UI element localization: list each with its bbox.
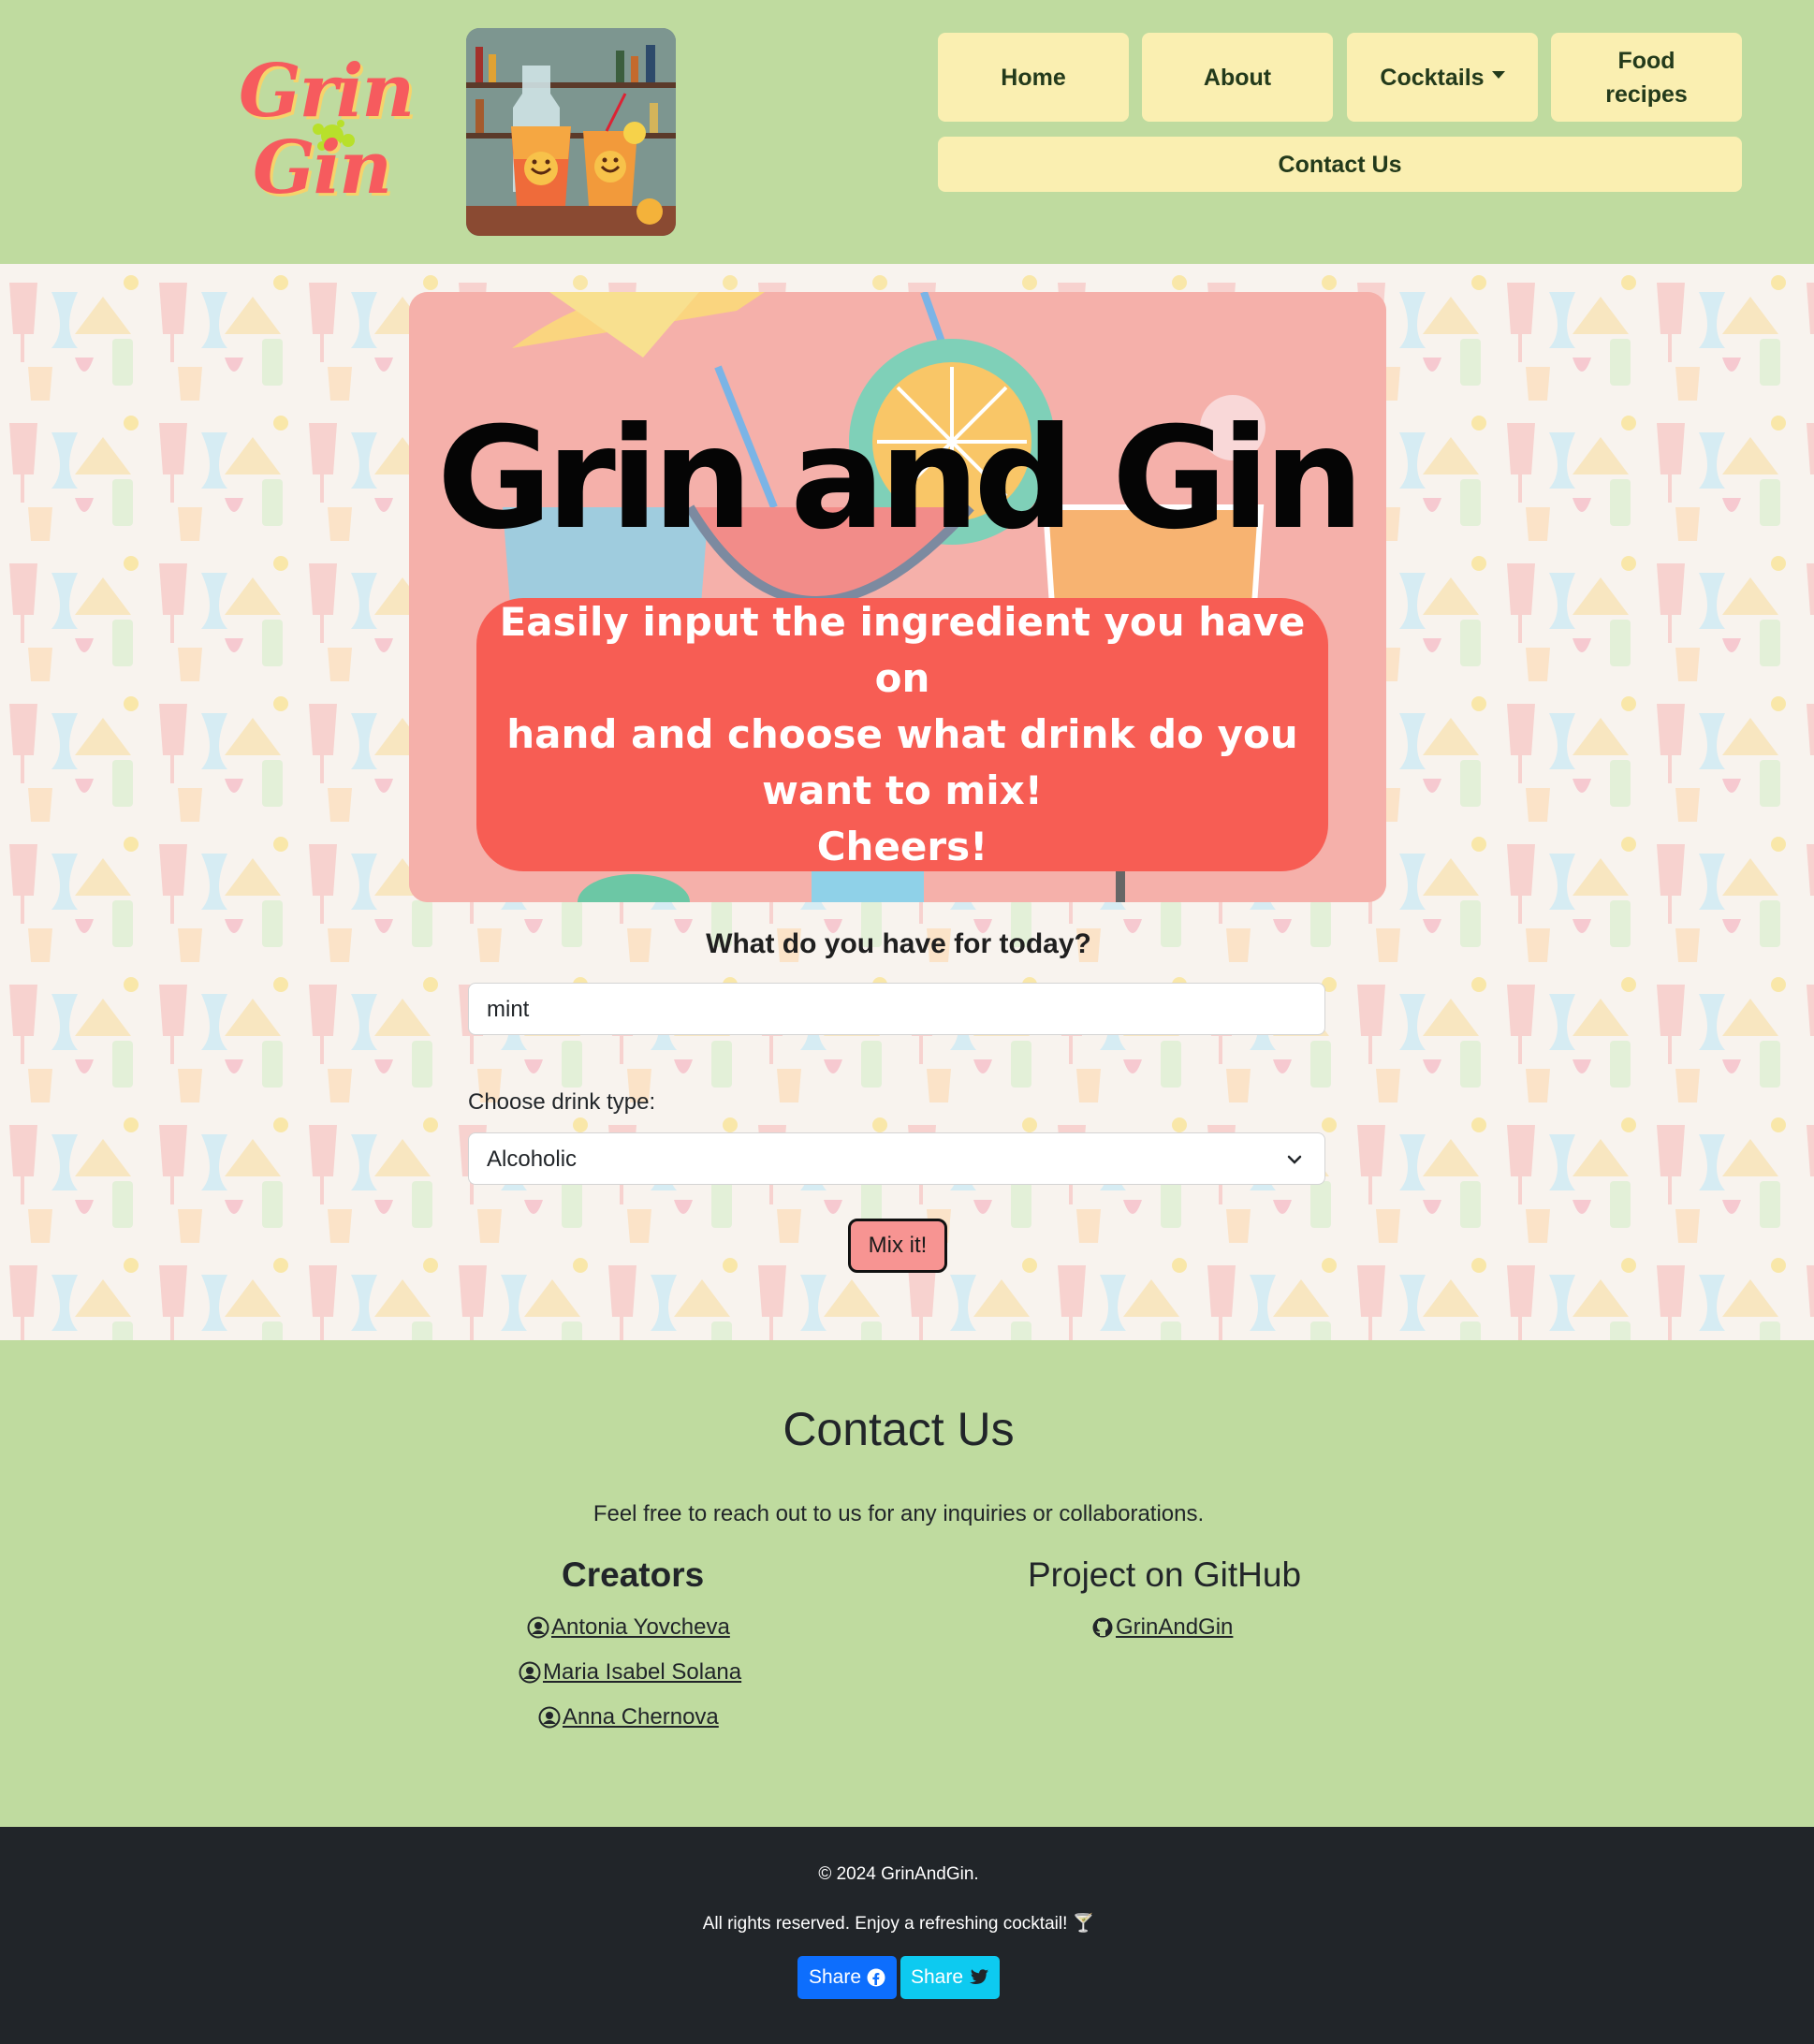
footer-rights: All rights reserved. Enjoy a refreshing …	[702, 1914, 1095, 1934]
share-twitter-label: Share	[910, 1966, 964, 1988]
user-circle-icon	[538, 1706, 561, 1729]
footer-copyright: © 2024 GrinAndGin.	[818, 1864, 979, 1884]
facebook-icon	[867, 1968, 885, 1987]
ingredient-input[interactable]: mint	[468, 983, 1325, 1035]
site-logo[interactable]: Grin Gin	[234, 54, 431, 213]
github-link-text: GrinAndGin	[1116, 1614, 1234, 1640]
hero-tagline-box: Easily input the ingredient you have on …	[476, 598, 1328, 871]
github-heading: Project on GitHub	[1028, 1555, 1302, 1594]
creator-link-maria[interactable]: Maria Isabel Solana	[519, 1659, 741, 1686]
header-cocktail-illustration	[466, 28, 676, 236]
logo-word-gin: Gin	[253, 125, 392, 211]
creator-name: Antonia Yovcheva	[551, 1614, 730, 1640]
github-icon	[1092, 1617, 1113, 1638]
share-twitter-button[interactable]: Share	[900, 1956, 1000, 1999]
nav-home-button[interactable]: Home	[938, 33, 1129, 122]
nav-about-button[interactable]: About	[1142, 33, 1333, 122]
contact-title: Contact Us	[783, 1403, 1015, 1455]
creator-link-antonia[interactable]: Antonia Yovcheva	[527, 1614, 730, 1641]
caret-down-icon	[1491, 70, 1505, 79]
creator-link-anna[interactable]: Anna Chernova	[538, 1704, 719, 1730]
mix-it-button[interactable]: Mix it!	[848, 1219, 947, 1273]
site-footer: © 2024 GrinAndGin. All rights reserved. …	[0, 1827, 1814, 2044]
hero-title: Grin and Gin	[436, 398, 1364, 561]
main-section: Grin and Gin Easily input the ingredient…	[0, 264, 1814, 1340]
creator-name: Maria Isabel Solana	[543, 1659, 742, 1685]
hero-banner: Grin and Gin Easily input the ingredient…	[409, 292, 1386, 902]
nav-food-recipes-button[interactable]: Food recipes	[1551, 33, 1742, 122]
share-facebook-label: Share	[808, 1966, 862, 1988]
contact-section: Contact Us Feel free to reach out to us …	[0, 1340, 1814, 1827]
ingredient-question: What do you have for today?	[706, 928, 1091, 959]
twitter-bird-icon	[969, 1969, 989, 1984]
hero-tagline-line-4: Cheers!	[816, 824, 988, 869]
user-circle-icon	[527, 1616, 549, 1639]
drink-type-label: Choose drink type:	[468, 1089, 656, 1115]
share-facebook-button[interactable]: Share	[797, 1956, 897, 1999]
hero-tagline-line-2: hand and choose what drink do you	[506, 711, 1298, 757]
nav-cocktails-dropdown[interactable]: Cocktails	[1347, 33, 1538, 122]
chevron-down-icon	[1287, 1155, 1302, 1164]
site-header: Grin Gin Home About Cocktails Food recip…	[0, 0, 1814, 264]
nav-contact-button[interactable]: Contact Us	[938, 137, 1742, 192]
drink-type-selected-value: Alcoholic	[487, 1146, 578, 1172]
hero-tagline-line-1: Easily input the ingredient you have on	[499, 599, 1306, 701]
user-circle-icon	[519, 1661, 541, 1684]
nav-cocktails-label: Cocktails	[1380, 64, 1485, 91]
hero-tagline-line-3: want to mix!	[762, 767, 1043, 813]
drink-type-select[interactable]: Alcoholic	[468, 1132, 1325, 1185]
github-project-link[interactable]: GrinAndGin	[1091, 1614, 1233, 1641]
creator-name: Anna Chernova	[563, 1704, 719, 1730]
creators-heading: Creators	[562, 1555, 705, 1594]
contact-intro: Feel free to reach out to us for any inq…	[592, 1501, 1205, 1526]
